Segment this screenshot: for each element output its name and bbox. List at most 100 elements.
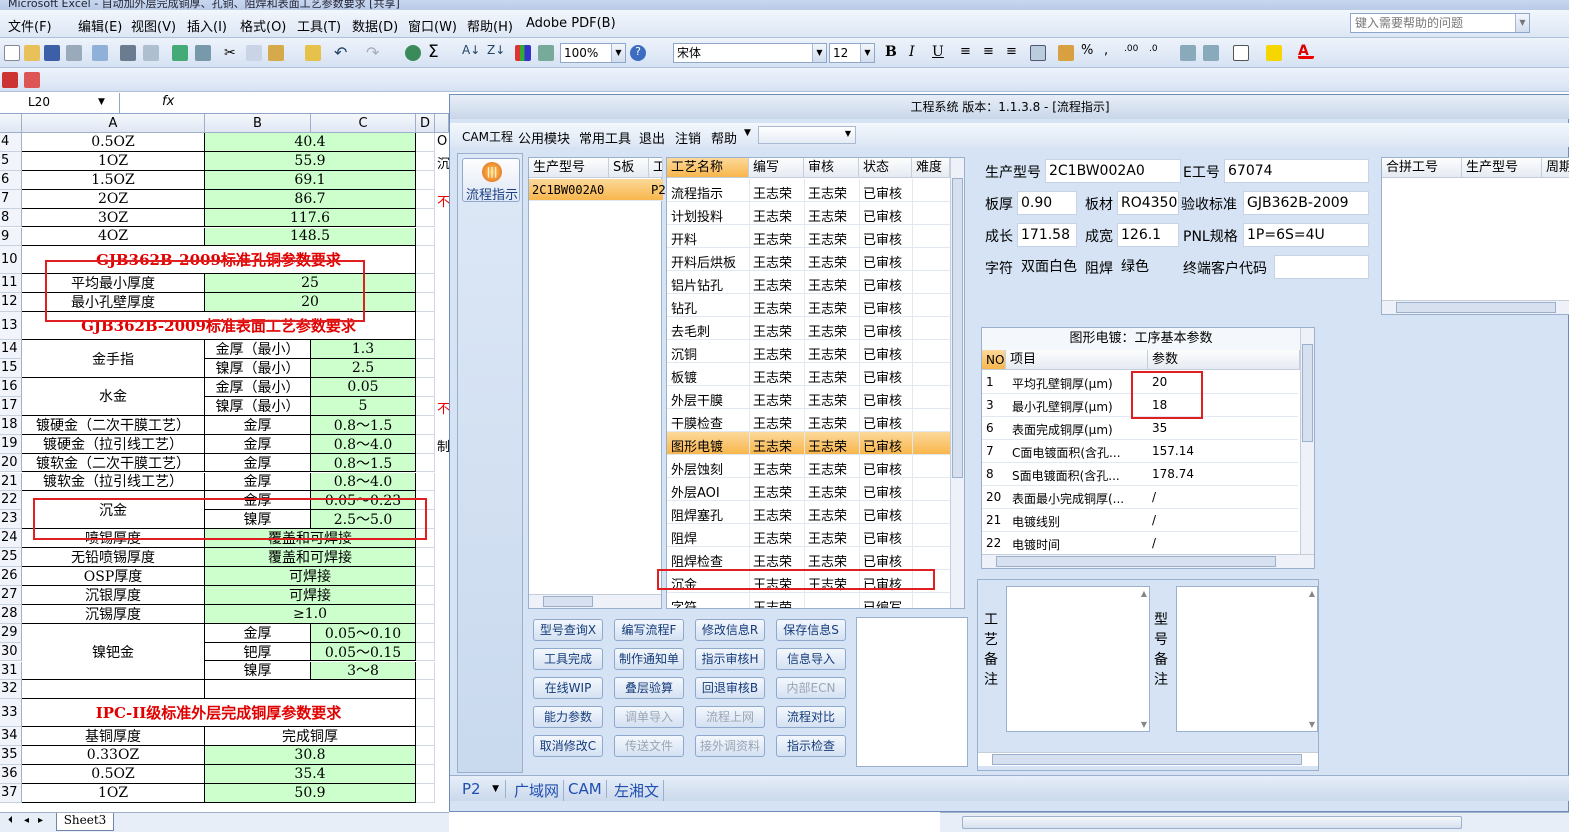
increase-indent-icon[interactable]	[1203, 45, 1219, 61]
cell-a[interactable]: 3OZ	[22, 208, 205, 228]
param-row[interactable]: 6 表面完成铜厚(μm) 35	[982, 417, 1298, 440]
col-merge-cycle[interactable]: 周期	[1542, 158, 1569, 178]
cell-a[interactable]: 2OZ	[22, 189, 205, 209]
col-merge-eno[interactable]: 合拼工号	[1382, 158, 1462, 178]
process-row[interactable]: 干膜检查 王志荣 王志荣 已审核	[667, 409, 950, 432]
param-row[interactable]: 21 电镀线别 /	[982, 509, 1298, 532]
cell-c[interactable]: 5	[311, 396, 416, 416]
cell-c[interactable]: 1.3	[311, 340, 416, 360]
cell-b[interactable]: 可焊接	[205, 567, 416, 586]
process-row[interactable]: 阻焊检查 王志荣 王志荣 已审核	[667, 547, 950, 570]
cell-c[interactable]: 3～8	[311, 661, 416, 681]
row-header[interactable]: 18	[0, 415, 22, 435]
row-header[interactable]: 26	[0, 567, 22, 586]
font-color-icon[interactable]: A	[1298, 43, 1314, 59]
col-merge-model[interactable]: 生产型号	[1462, 158, 1542, 178]
process-row[interactable]: 板镀 王志荣 王志荣 已审核	[667, 363, 950, 386]
process-row[interactable]: 阻焊 王志荣 王志荣 已审核	[667, 524, 950, 547]
research-icon[interactable]	[195, 45, 211, 61]
process-row[interactable]: 外层干膜 王志荣 王志荣 已审核	[667, 386, 950, 409]
cell-b[interactable]: 117.6	[205, 208, 416, 228]
cell-d[interactable]	[416, 274, 435, 294]
sheet-tab-sheet3[interactable]: Sheet3	[56, 813, 114, 831]
cell-c[interactable]: 2.5	[311, 359, 416, 378]
action-button[interactable]: 信息导入	[776, 648, 846, 670]
cell-b[interactable]: 钯厚	[205, 642, 311, 662]
cell-b[interactable]: 金厚	[205, 434, 311, 454]
process-row[interactable]: 铝片钻孔 王志荣 王志荣 已审核	[667, 271, 950, 294]
align-right-icon[interactable]: ≡	[1006, 44, 1022, 60]
col-process-name[interactable]: 工艺名称	[667, 158, 749, 178]
action-button[interactable]: 内部ECN	[776, 677, 846, 699]
section-title[interactable]: IPC-II级标准外层完成铜厚参数要求	[22, 699, 416, 728]
cell-c[interactable]: 0.05	[311, 378, 416, 397]
param-row[interactable]: 20 表面最小完成铜厚(... /	[982, 486, 1298, 509]
email-icon[interactable]	[92, 45, 108, 61]
sort-ascending-icon[interactable]: A↓	[462, 43, 480, 59]
cell-c[interactable]: 0.8～4.0	[311, 434, 416, 454]
cell-b[interactable]: 金厚	[205, 623, 311, 643]
cell-a[interactable]: 镀软金（拉引线工艺）	[22, 472, 205, 492]
borders-icon[interactable]	[1233, 45, 1249, 61]
craft-note-textarea[interactable]: ▲ ▼	[1006, 586, 1150, 732]
row-header[interactable]: 25	[0, 548, 22, 567]
cell-b[interactable]: 镍厚	[205, 661, 311, 681]
hyperlink-icon[interactable]	[405, 45, 421, 61]
cell-c[interactable]: 0.8～1.5	[311, 415, 416, 435]
cell-d[interactable]	[416, 548, 435, 567]
cell-d[interactable]	[416, 312, 435, 341]
merge-center-icon[interactable]	[1030, 45, 1046, 61]
cell-d[interactable]	[416, 227, 435, 247]
row-header[interactable]: 17	[0, 396, 22, 416]
drawing-icon[interactable]	[538, 45, 554, 61]
cell-d[interactable]	[416, 623, 435, 643]
cell-a[interactable]: 基铜厚度	[22, 727, 205, 747]
cell-b[interactable]: 镍厚（最小）	[205, 396, 311, 416]
menu-help[interactable]: 帮助(H)	[467, 16, 513, 35]
process-row[interactable]: 字符 王志荣 已编写	[667, 593, 950, 608]
action-button[interactable]: 能力参数	[533, 706, 603, 728]
open-icon[interactable]	[24, 45, 40, 61]
menu-tools[interactable]: 工具(T)	[297, 16, 341, 35]
align-center-icon[interactable]: ≡	[983, 44, 999, 60]
row-header[interactable]: 35	[0, 746, 22, 766]
spreadsheet-grid[interactable]: A B C D 4 0.5OZ 40.4 5 1OZ 55.9 6 1.5OZ 69.1 7 2OZ…	[0, 114, 449, 812]
cell-a[interactable]: 镀软金（二次干膜工艺）	[22, 453, 205, 473]
cell-d[interactable]	[416, 472, 435, 492]
merge-hscroll[interactable]	[1382, 300, 1569, 314]
field-pnl[interactable]: 1P=6S=4U	[1243, 223, 1369, 247]
cell-d[interactable]	[416, 727, 435, 747]
action-button[interactable]: 编写流程F	[614, 619, 684, 641]
row-header[interactable]: 10	[0, 246, 22, 275]
action-button[interactable]: 流程对比	[776, 706, 846, 728]
cell-d[interactable]	[416, 453, 435, 473]
action-button[interactable]: 工具完成	[533, 648, 603, 670]
status-user[interactable]: 左湘文	[610, 780, 665, 801]
action-button[interactable]: 型号查询X	[533, 619, 603, 641]
cell-a[interactable]: 0.33OZ	[22, 746, 205, 766]
param-row[interactable]: 7 C面电镀面积(含孔... 157.14	[982, 440, 1298, 463]
cell-d[interactable]	[416, 765, 435, 784]
status-combo[interactable]: P2 ▼	[458, 780, 506, 798]
cell-d[interactable]	[416, 434, 435, 454]
col-reviewer[interactable]: 审核	[804, 158, 859, 178]
decrease-indent-icon[interactable]	[1180, 45, 1196, 61]
currency-icon[interactable]	[1058, 45, 1074, 61]
menu-file[interactable]: 文件(F)	[8, 16, 52, 35]
row-header[interactable]: 27	[0, 585, 22, 605]
cell-c[interactable]: 0.05～0.10	[311, 623, 416, 643]
cell-b[interactable]: ≥1.0	[205, 604, 416, 624]
field-material[interactable]: RO4350E	[1117, 191, 1179, 215]
menu-common-tools[interactable]: 常用工具	[579, 128, 631, 147]
chevron-down-icon[interactable]: ▼	[98, 93, 105, 111]
cell-d[interactable]	[416, 208, 435, 228]
row-header[interactable]: 28	[0, 604, 22, 624]
scroll-thumb[interactable]	[543, 596, 593, 607]
cell-a[interactable]: OSP厚度	[22, 567, 205, 586]
col-status[interactable]: 状态	[859, 158, 912, 178]
pdf-email-icon[interactable]	[24, 72, 40, 88]
row-header[interactable]: 37	[0, 784, 22, 803]
cell-a[interactable]: 0.5OZ	[22, 765, 205, 784]
align-left-icon[interactable]: ≡	[960, 44, 976, 60]
row-header[interactable]: 6	[0, 170, 22, 190]
